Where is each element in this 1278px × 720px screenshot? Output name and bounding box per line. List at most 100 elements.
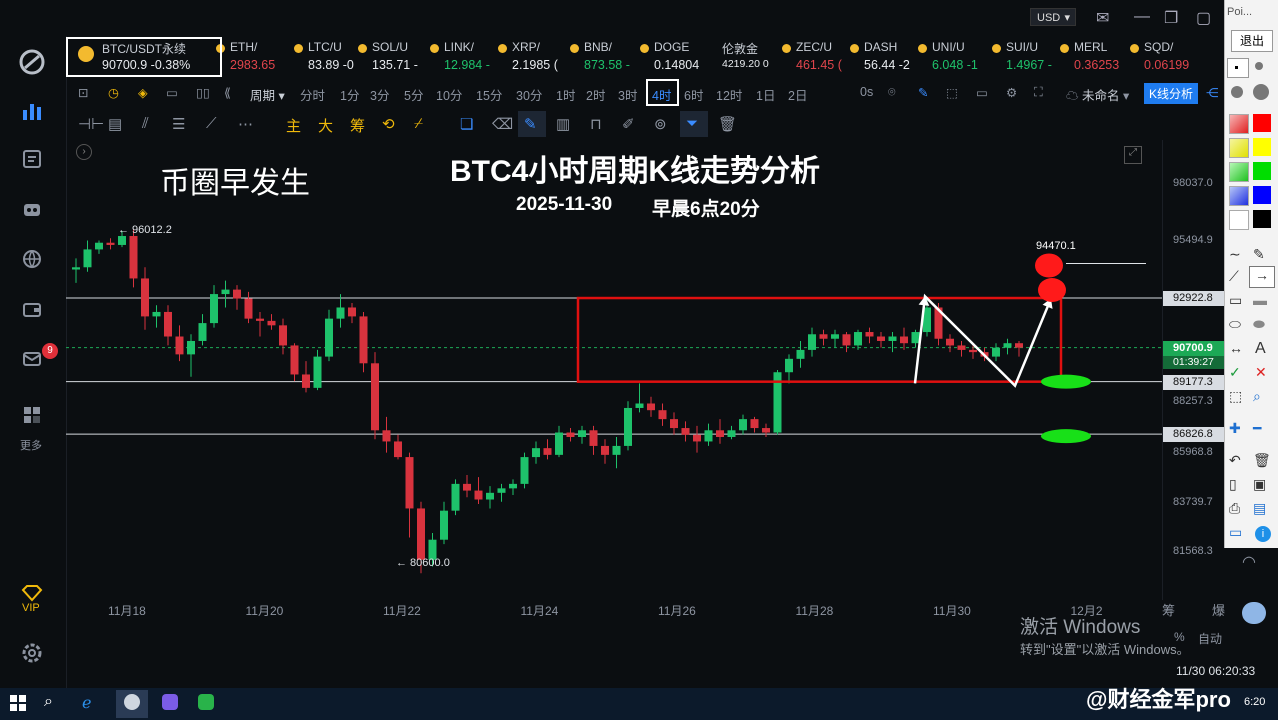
collapse-icon[interactable]: ›: [76, 144, 92, 160]
period-3[interactable]: 5分: [404, 85, 423, 104]
indicator-icon[interactable]: ⟲: [382, 115, 395, 133]
marker-icon[interactable]: ✎: [1253, 246, 1265, 263]
period-14[interactable]: 2日: [788, 85, 807, 104]
color-swatch[interactable]: [1229, 162, 1249, 182]
wechat-icon[interactable]: [198, 694, 214, 710]
ticker-item[interactable]: SQD/0.06199: [1130, 40, 1189, 72]
ticker-item[interactable]: MERL 0.36253: [1060, 40, 1119, 72]
more-tools-icon[interactable]: ⋯: [238, 115, 253, 133]
ticker-item[interactable]: LTC/U 83.89 -0: [294, 40, 354, 72]
filled-ellipse-icon[interactable]: ⬬: [1253, 316, 1265, 333]
lock-icon[interactable]: ⊓: [590, 115, 602, 133]
ticker-item[interactable]: DASH 56.44 -2: [850, 40, 910, 72]
color-swatch[interactable]: [1253, 210, 1271, 228]
trash-icon[interactable]: 🗑: [718, 115, 737, 133]
filled-rect-icon[interactable]: ▬: [1253, 292, 1267, 308]
restore-icon[interactable]: ❐: [1164, 8, 1178, 28]
arrow-icon[interactable]: →: [1249, 266, 1275, 288]
filter-icon[interactable]: ⏷: [686, 115, 698, 132]
delete-icon[interactable]: 🗑: [1253, 452, 1271, 469]
zero-s-label[interactable]: 0s: [860, 85, 873, 99]
ticker-item[interactable]: UNI/U 6.048 -1: [918, 40, 978, 72]
dot-large-icon[interactable]: [1231, 86, 1243, 98]
chip-button[interactable]: 筹: [350, 115, 365, 136]
ruler-tool-icon[interactable]: ▤: [108, 115, 122, 133]
minus-icon[interactable]: ━: [1253, 420, 1261, 437]
kline-chart[interactable]: › ⤢ 币圈早发生 BTC4小时周期K线走势分析 2025-11-30 早晨6点…: [66, 140, 1162, 600]
globe-icon[interactable]: [18, 248, 46, 274]
period-4[interactable]: 10分: [436, 85, 462, 104]
info-icon[interactable]: i: [1255, 526, 1271, 542]
trend-tool-icon[interactable]: ⟋: [206, 115, 217, 132]
headset-icon[interactable]: ◠: [1242, 552, 1256, 572]
vip-label[interactable]: VIP: [22, 602, 40, 614]
double-arrow-icon[interactable]: ↔: [1229, 340, 1243, 356]
search-icon[interactable]: ⌕: [44, 693, 53, 711]
minimize-icon[interactable]: —: [1134, 8, 1150, 26]
main-indicator-button[interactable]: 主: [286, 115, 301, 136]
settings-icon[interactable]: [18, 642, 46, 668]
copy-icon[interactable]: ❏: [460, 115, 473, 133]
more-label[interactable]: 更多: [20, 437, 42, 453]
burst-toggle[interactable]: 爆: [1212, 600, 1225, 619]
period-12[interactable]: 12时: [716, 85, 742, 104]
assistant-robot-icon[interactable]: [1242, 602, 1266, 624]
dot-xlarge-icon[interactable]: [1253, 84, 1269, 100]
period-11[interactable]: 6时: [684, 85, 703, 104]
kline-analysis-button[interactable]: K线分析: [1144, 83, 1199, 104]
period-8[interactable]: 2时: [586, 85, 605, 104]
bar-chart-icon[interactable]: [18, 98, 46, 124]
color-swatch[interactable]: [1253, 186, 1271, 204]
layout-name-select[interactable]: ☁ 未命名 ▾: [1066, 85, 1129, 104]
ticker-item[interactable]: SUI/U 1.4967 -: [992, 40, 1052, 72]
clock-icon[interactable]: ◷: [108, 85, 119, 100]
period-0[interactable]: 分时: [300, 85, 325, 104]
time-axis[interactable]: 11月18 11月20 11月22 11月24 11月26 11月28 11月30 12月2: [66, 600, 1162, 620]
ticker-item[interactable]: LINK/12.984 -: [430, 40, 490, 72]
period-13[interactable]: 1日: [756, 85, 775, 104]
parallel-tool-icon[interactable]: ⫽: [142, 115, 149, 132]
chart-canvas[interactable]: [66, 140, 1162, 600]
period-2[interactable]: 3分: [370, 85, 389, 104]
hline-tool-icon[interactable]: ⊣⊢: [78, 115, 104, 133]
select-icon[interactable]: ⬚: [1229, 388, 1242, 405]
rect-icon[interactable]: ▭: [1229, 292, 1242, 309]
trading-app-icon[interactable]: [124, 694, 140, 710]
fullscreen-icon[interactable]: ⛶: [1034, 85, 1043, 100]
monitor-icon[interactable]: ▭: [976, 85, 988, 100]
screen-icon[interactable]: ▭: [1229, 524, 1242, 541]
candle-icon[interactable]: ▥: [556, 115, 570, 133]
eraser-icon[interactable]: ⌫: [492, 115, 513, 133]
maximize-icon[interactable]: ▢: [1196, 8, 1211, 28]
expand-icon[interactable]: ⤢: [1124, 146, 1142, 164]
percent-toggle[interactable]: %: [1174, 630, 1185, 644]
ticker-item[interactable]: XRP/2.1985 (: [498, 40, 558, 72]
color-swatch[interactable]: [1229, 210, 1249, 230]
page-icon[interactable]: ▯: [1229, 476, 1237, 493]
undo-icon[interactable]: ↶: [1229, 452, 1241, 469]
check-icon[interactable]: ✓: [1229, 364, 1241, 381]
zoom-icon[interactable]: ⌕: [1253, 388, 1261, 405]
magnet-icon[interactable]: ⊚: [654, 115, 667, 133]
dot-small-button[interactable]: [1227, 58, 1249, 78]
share-icon[interactable]: ⬚: [946, 85, 958, 100]
dot-medium-icon[interactable]: [1255, 62, 1263, 70]
news-icon[interactable]: [18, 148, 46, 174]
settings-icon[interactable]: ⚙: [1006, 85, 1017, 100]
erase-icon[interactable]: ⌿: [414, 115, 423, 132]
chart-type-icon[interactable]: ⊡: [78, 85, 88, 100]
ellipse-icon[interactable]: ⬭: [1229, 316, 1241, 333]
clipboard-icon[interactable]: ▣: [1253, 476, 1266, 493]
color-swatch[interactable]: [1229, 186, 1249, 206]
color-swatch[interactable]: [1229, 138, 1249, 158]
rewind-icon[interactable]: ⟪: [224, 85, 231, 100]
ticker-item[interactable]: DOGE 0.14804: [640, 40, 699, 72]
save-icon[interactable]: ▤: [1253, 500, 1266, 517]
color-swatch[interactable]: [1253, 114, 1271, 132]
period-5[interactable]: 15分: [476, 85, 502, 104]
mail-icon[interactable]: ✉: [1096, 8, 1109, 28]
cycle-select[interactable]: 周期 ▾: [250, 85, 285, 104]
camera-icon[interactable]: ⌾: [888, 85, 896, 100]
robot-icon[interactable]: [18, 198, 46, 224]
logo-icon[interactable]: [18, 48, 46, 75]
